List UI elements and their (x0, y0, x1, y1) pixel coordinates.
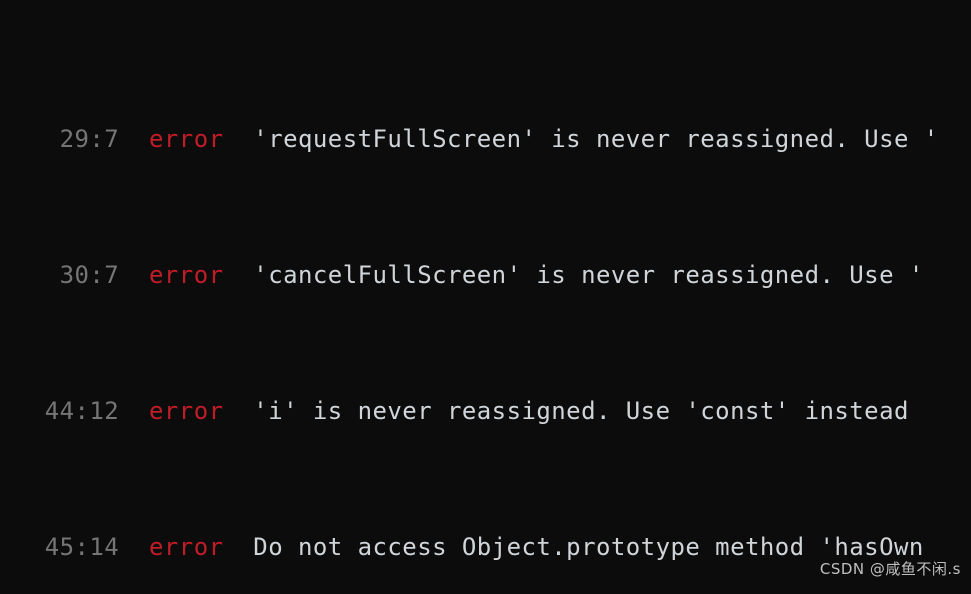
lint-severity: error (149, 397, 224, 425)
lint-severity: error (149, 533, 224, 561)
lint-location: 30:7 (0, 261, 149, 289)
lint-location: 29:7 (0, 125, 149, 153)
lint-location: 44:12 (0, 397, 149, 425)
lint-message: Do not access Object.prototype method 'h… (223, 533, 924, 561)
lint-message: 'requestFullScreen' is never reassigned.… (223, 125, 939, 153)
csdn-watermark: CSDN @咸鱼不闲.s (819, 560, 961, 578)
lint-location: 45:14 (0, 533, 149, 561)
lint-row: 44:12 error 'i' is never reassigned. Use… (0, 394, 971, 428)
lint-severity: error (149, 261, 224, 289)
lint-row: 29:7 error 'requestFullScreen' is never … (0, 122, 971, 156)
lint-message: 'cancelFullScreen' is never reassigned. … (223, 261, 924, 289)
lint-row: 30:7 error 'cancelFullScreen' is never r… (0, 258, 971, 292)
lint-message: 'i' is never reassigned. Use 'const' ins… (223, 397, 909, 425)
lint-severity: error (149, 125, 224, 153)
terminal-window: 29:7 error 'requestFullScreen' is never … (0, 0, 971, 594)
terminal-output: 29:7 error 'requestFullScreen' is never … (0, 0, 971, 594)
